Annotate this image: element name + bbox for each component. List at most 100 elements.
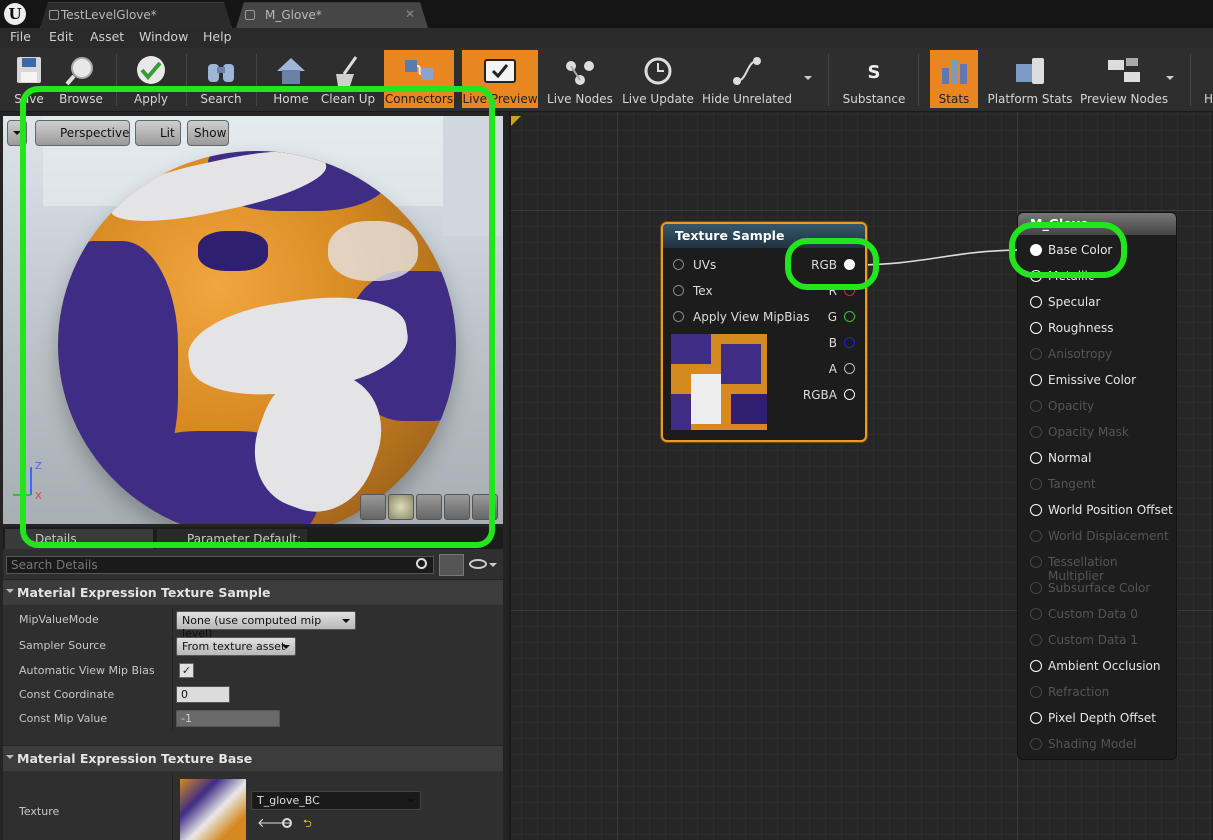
pin-dot — [1030, 322, 1042, 334]
menu-window[interactable]: Window — [139, 29, 188, 44]
pixel-depth-offset-pin[interactable]: Pixel Depth Offset — [1030, 711, 1156, 725]
tab-label: Parameter Default: — [187, 532, 302, 546]
metallic-pin[interactable]: Metallic — [1030, 269, 1094, 283]
a-output-pin[interactable]: A — [829, 362, 855, 376]
search-button[interactable]: Search — [196, 50, 246, 108]
apply-button[interactable]: Apply — [126, 50, 176, 108]
const-mip-value-input[interactable]: -1 — [176, 710, 280, 727]
search-details-input[interactable]: Search Details — [6, 556, 434, 574]
mesh-preview-icon[interactable] — [472, 494, 498, 520]
b-output-pin[interactable]: B — [829, 336, 855, 350]
material-result-node[interactable]: M_Glove Base Color Metallic Specular Rou… — [1017, 212, 1177, 760]
chevron-down-icon[interactable] — [489, 563, 497, 571]
pin-dot — [1030, 452, 1042, 464]
clean-up-button[interactable]: Clean Up — [318, 50, 378, 108]
pin-dot — [1030, 426, 1042, 438]
reset-yellow-arrow-icon[interactable]: ⮌ — [303, 815, 312, 834]
save-button[interactable]: Save — [6, 50, 52, 108]
eye-icon[interactable] — [469, 559, 487, 569]
ambient-occlusion-pin[interactable]: Ambient Occlusion — [1030, 659, 1160, 673]
property-label: Const Coordinate — [19, 688, 115, 701]
automatic-view-mip-bias-checkbox[interactable]: ✓ — [179, 663, 194, 678]
hide-unrelated-button[interactable]: Hide Unrelated — [702, 50, 792, 108]
uvs-input-pin[interactable]: UVs — [673, 258, 716, 272]
section-texture-sample[interactable]: Material Expression Texture Sample — [3, 579, 503, 605]
texture-thumbnail[interactable] — [180, 779, 246, 840]
material-preview-viewport[interactable]: Perspective Lit Show Z X — [3, 116, 503, 524]
tab-label: Details — [35, 532, 77, 546]
cylinder-preview-icon[interactable] — [360, 494, 386, 520]
perspective-button[interactable]: Perspective — [35, 120, 130, 146]
live-preview-button[interactable]: Live Preview — [462, 50, 538, 108]
toolbar-separator — [828, 54, 829, 106]
texture-pattern — [671, 394, 691, 430]
rgba-output-pin[interactable]: RGBA — [803, 388, 855, 402]
plane-preview-icon[interactable] — [416, 494, 442, 520]
live-update-button[interactable]: Live Update — [622, 50, 694, 108]
home-button[interactable]: Home — [268, 50, 314, 108]
toolbar-label: Live Preview — [462, 92, 538, 106]
cube-preview-icon[interactable] — [444, 494, 470, 520]
r-output-pin[interactable]: R — [829, 284, 855, 298]
tab-m-glove[interactable]: M_Glove* ✕ — [236, 2, 428, 28]
column-divider — [172, 773, 173, 840]
live-nodes-button[interactable]: Live Nodes — [546, 50, 614, 108]
viewport-options-button[interactable] — [7, 120, 27, 146]
background-building — [443, 116, 503, 236]
close-tab-icon[interactable]: ✕ — [405, 7, 415, 21]
menu-help[interactable]: Help — [203, 29, 232, 44]
platform-stats-button[interactable]: Platform Stats — [986, 50, 1074, 108]
pin-label: Shading Model — [1048, 737, 1137, 751]
world-position-offset-pin[interactable]: World Position Offset — [1030, 503, 1173, 517]
column-divider — [172, 683, 173, 707]
lit-button[interactable]: Lit — [135, 120, 181, 146]
normal-pin[interactable]: Normal — [1030, 451, 1091, 465]
tab-test-level-glove[interactable]: TestLevelGlove* — [40, 2, 232, 28]
tex-input-pin[interactable]: Tex — [673, 284, 713, 298]
svg-text:S: S — [868, 62, 881, 83]
roughness-pin[interactable]: Roughness — [1030, 321, 1113, 335]
g-output-pin[interactable]: G — [828, 310, 855, 324]
substance-button[interactable]: S Substance — [840, 50, 908, 108]
texture-sample-node[interactable]: Texture Sample UVs Tex Apply View MipBia… — [661, 222, 867, 442]
apply-view-mipbias-input-pin[interactable]: Apply View MipBias — [673, 310, 809, 324]
material-graph-canvas[interactable]: Texture Sample UVs Tex Apply View MipBia… — [509, 112, 1213, 840]
view-options-grid-icon[interactable] — [439, 554, 464, 576]
stats-button[interactable]: Stats — [930, 50, 978, 108]
property-label: Texture — [19, 805, 60, 818]
clean-up-icon — [336, 56, 358, 86]
menu-asset[interactable]: Asset — [90, 29, 124, 44]
row-texture: Texture T_glove_BC 🡐 ⮌ — [3, 773, 503, 840]
more-toolbar-button[interactable]: H — [1200, 50, 1213, 108]
browse-button[interactable]: Browse — [56, 50, 106, 108]
specular-pin[interactable]: Specular — [1030, 295, 1100, 309]
dropdown-value: T_glove_BC — [257, 794, 320, 807]
menu-edit[interactable]: Edit — [49, 29, 73, 44]
toolbar-label: Home — [273, 92, 309, 106]
browse-asset-search-icon[interactable] — [282, 818, 292, 828]
sampler-source-dropdown[interactable]: From texture asset — [176, 637, 296, 656]
sphere-preview-icon[interactable] — [388, 494, 414, 520]
toolbar-label: Live Nodes — [547, 92, 613, 106]
preview-nodes-button[interactable]: Preview Nodes — [1080, 50, 1168, 108]
pin-dot — [844, 337, 855, 348]
mip-value-mode-dropdown[interactable]: None (use computed mip level) — [176, 611, 356, 640]
base-color-pin[interactable]: Base Color — [1030, 243, 1112, 257]
emissive-color-pin[interactable]: Emissive Color — [1030, 373, 1136, 387]
show-button[interactable]: Show — [187, 120, 229, 146]
connectors-button[interactable]: Connectors — [384, 50, 454, 108]
pin-dot — [1030, 686, 1042, 698]
menu-file[interactable]: File — [10, 29, 31, 44]
tab-details[interactable]: Details — [5, 529, 153, 549]
const-coordinate-input[interactable]: 0 — [176, 686, 230, 703]
rgb-output-pin[interactable]: RGB — [811, 258, 855, 272]
checkbox-mark: ✓ — [181, 664, 192, 677]
tab-parameter-defaults[interactable]: Parameter Default: — [157, 529, 307, 549]
toolbar-overflow-chevron-icon[interactable] — [804, 76, 812, 84]
toolbar-label: Preview Nodes — [1080, 92, 1169, 106]
texture-asset-dropdown[interactable]: T_glove_BC — [251, 791, 421, 810]
toolbar-overflow-chevron-icon[interactable] — [1166, 76, 1174, 84]
node-title: Texture Sample — [663, 224, 865, 248]
pin-label: Metallic — [1048, 269, 1095, 283]
section-texture-base[interactable]: Material Expression Texture Base — [3, 745, 503, 771]
